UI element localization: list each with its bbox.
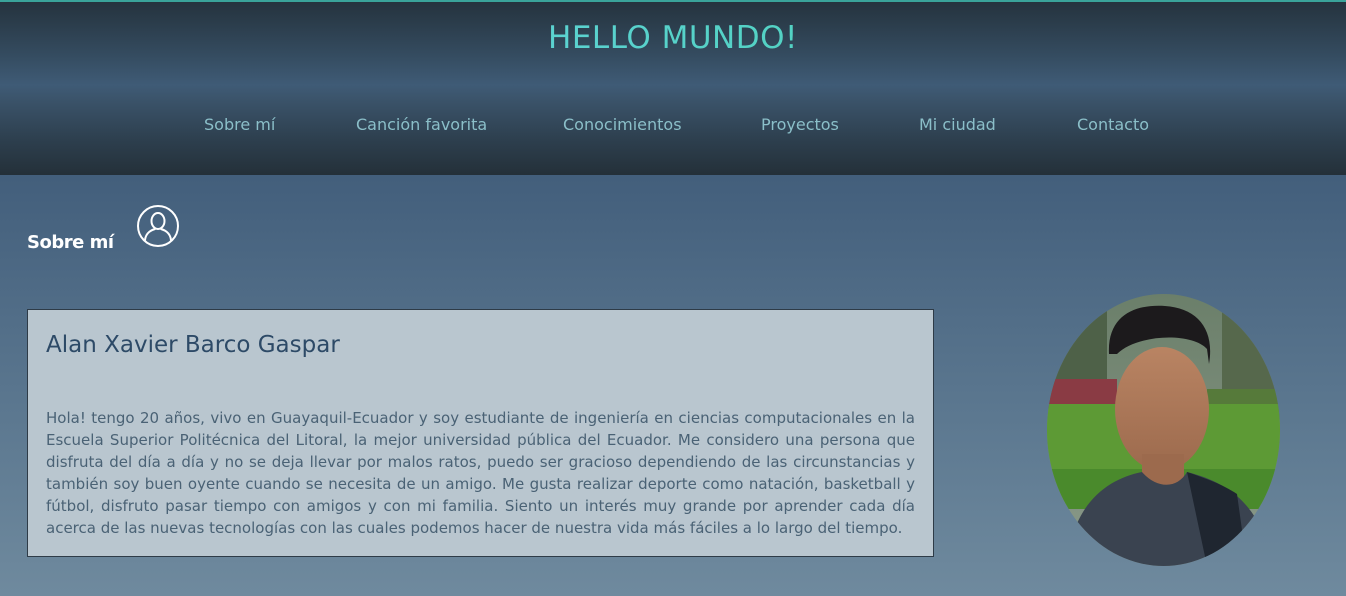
nav-link-mi-ciudad[interactable]: Mi ciudad	[919, 115, 996, 134]
nav-link-proyectos[interactable]: Proyectos	[761, 115, 839, 134]
main-nav: Sobre mí Canción favorita Conocimientos …	[0, 115, 1346, 137]
profile-photo	[1047, 294, 1280, 566]
site-title: HELLO MUNDO!	[0, 20, 1346, 56]
section-title: Sobre mí	[27, 232, 114, 253]
about-card: Alan Xavier Barco Gaspar Hola! tengo 20 …	[27, 309, 934, 557]
nav-link-cancion-favorita[interactable]: Canción favorita	[356, 115, 487, 134]
nav-link-sobre-mi[interactable]: Sobre mí	[204, 115, 275, 134]
user-icon	[136, 204, 180, 248]
site-header: HELLO MUNDO! Sobre mí Canción favorita C…	[0, 0, 1346, 175]
nav-link-contacto[interactable]: Contacto	[1077, 115, 1149, 134]
bio-text: Hola! tengo 20 años, vivo en Guayaquil-E…	[46, 409, 915, 537]
person-name: Alan Xavier Barco Gaspar	[46, 332, 340, 358]
nav-link-conocimientos[interactable]: Conocimientos	[563, 115, 682, 134]
